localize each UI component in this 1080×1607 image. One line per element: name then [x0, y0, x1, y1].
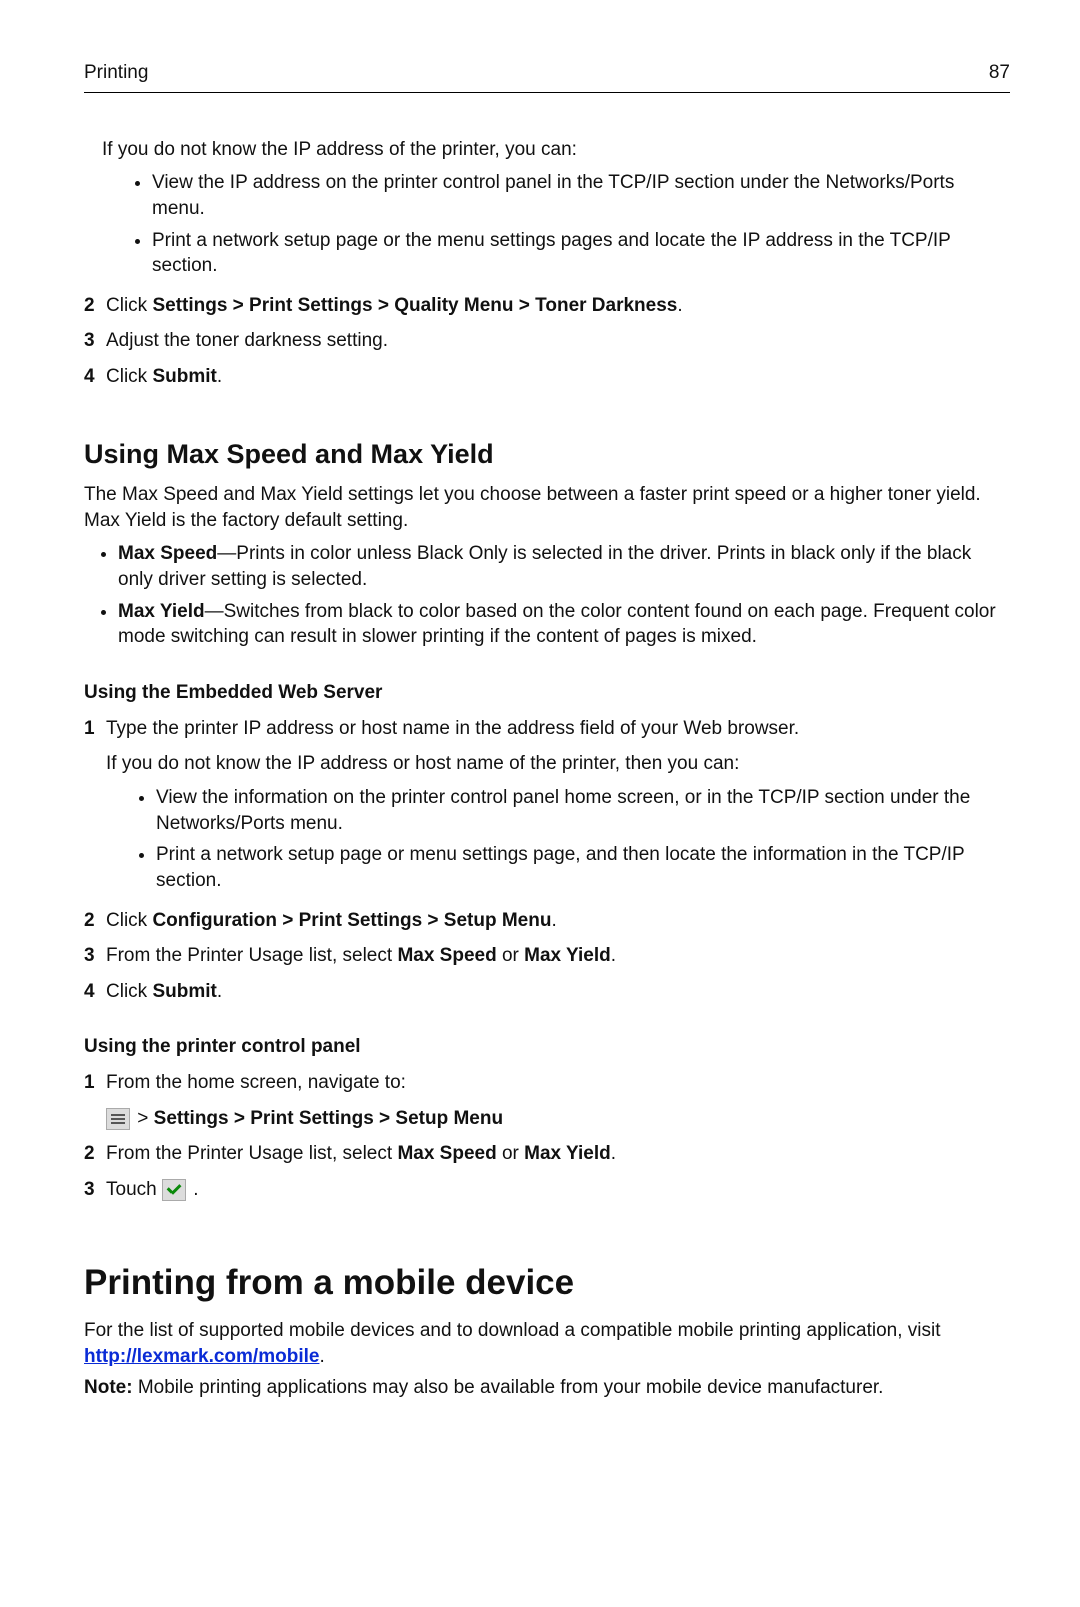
step-3: 3 Adjust the toner darkness setting.: [84, 328, 1010, 354]
document-page: Printing 87 If you do not know the IP ad…: [0, 0, 1080, 1607]
step-text: Click Settings > Print Settings > Qualit…: [106, 295, 683, 316]
unknown-ip-options: View the IP address on the printer contr…: [102, 170, 1010, 279]
step-3: 3 Touch .: [84, 1177, 1010, 1203]
navigation-path: > Settings > Print Settings > Setup Menu: [106, 1106, 1010, 1132]
list-item: Max Speed—Prints in color unless Black O…: [118, 541, 1010, 592]
list-item: Print a network setup page or the menu s…: [152, 228, 1010, 279]
list-item: View the IP address on the printer contr…: [152, 170, 1010, 221]
step-1: 1 Type the printer IP address or host na…: [84, 716, 1010, 894]
step-2: 2 From the Printer Usage list, select Ma…: [84, 1141, 1010, 1167]
step-2: 2 Click Configuration > Print Settings >…: [84, 908, 1010, 934]
list-item: Max Yield—Switches from black to color b…: [118, 599, 1010, 650]
step-text: From the Printer Usage list, select Max …: [106, 945, 616, 966]
step-text: Click Configuration > Print Settings > S…: [106, 910, 557, 931]
step-2: 2 Click Settings > Print Settings > Qual…: [84, 293, 1010, 319]
heading-max-speed-yield: Using Max Speed and Max Yield: [84, 436, 1010, 472]
ews-steps: 1 Type the printer IP address or host na…: [84, 716, 1010, 1005]
page-header: Printing 87: [84, 60, 1010, 93]
max-speed-yield-options: Max Speed—Prints in color unless Black O…: [84, 541, 1010, 650]
list-item: View the information on the printer cont…: [156, 785, 1010, 836]
step-number: 2: [84, 908, 95, 934]
toner-darkness-steps: 2 Click Settings > Print Settings > Qual…: [84, 293, 1010, 390]
header-page-number: 87: [989, 60, 1010, 86]
step-number: 4: [84, 364, 95, 390]
step-number: 3: [84, 328, 95, 354]
unknown-ip-intro: If you do not know the IP address of the…: [102, 137, 1010, 163]
step-number: 4: [84, 979, 95, 1005]
step-text: Adjust the toner darkness setting.: [106, 330, 388, 351]
step-number: 3: [84, 943, 95, 969]
step-text: Type the printer IP address or host name…: [106, 718, 799, 739]
step-4: 4 Click Submit.: [84, 979, 1010, 1005]
step-text: Click Submit.: [106, 366, 222, 387]
step-1: 1 From the home screen, navigate to: > S…: [84, 1070, 1010, 1131]
step-number: 2: [84, 293, 95, 319]
unknown-ip-note: If you do not know the IP address or hos…: [106, 751, 1010, 777]
mobile-printing-intro: For the list of supported mobile devices…: [84, 1318, 1010, 1369]
checkmark-icon: [162, 1179, 186, 1201]
mobile-link[interactable]: http://lexmark.com/mobile: [84, 1346, 319, 1367]
continuation-block: If you do not know the IP address of the…: [102, 137, 1010, 279]
step-number: 2: [84, 1141, 95, 1167]
step-text: From the home screen, navigate to:: [106, 1072, 406, 1093]
heading-embedded-web-server: Using the Embedded Web Server: [84, 680, 1010, 706]
step-number: 1: [84, 1070, 95, 1096]
max-speed-yield-description: The Max Speed and Max Yield settings let…: [84, 482, 1010, 533]
step-4: 4 Click Submit.: [84, 364, 1010, 390]
step-number: 1: [84, 716, 95, 742]
panel-steps: 1 From the home screen, navigate to: > S…: [84, 1070, 1010, 1203]
unknown-ip-sub-options: View the information on the printer cont…: [106, 785, 1010, 894]
step-3: 3 From the Printer Usage list, select Ma…: [84, 943, 1010, 969]
heading-mobile-printing: Printing from a mobile device: [84, 1259, 1010, 1306]
header-section-title: Printing: [84, 60, 148, 86]
step-text: Click Submit.: [106, 981, 222, 1002]
list-item: Print a network setup page or menu setti…: [156, 842, 1010, 893]
heading-printer-control-panel: Using the printer control panel: [84, 1034, 1010, 1060]
step-text: From the Printer Usage list, select Max …: [106, 1143, 616, 1164]
step-number: 3: [84, 1177, 95, 1203]
menu-icon: [106, 1108, 130, 1130]
step-text: Touch .: [106, 1179, 199, 1200]
